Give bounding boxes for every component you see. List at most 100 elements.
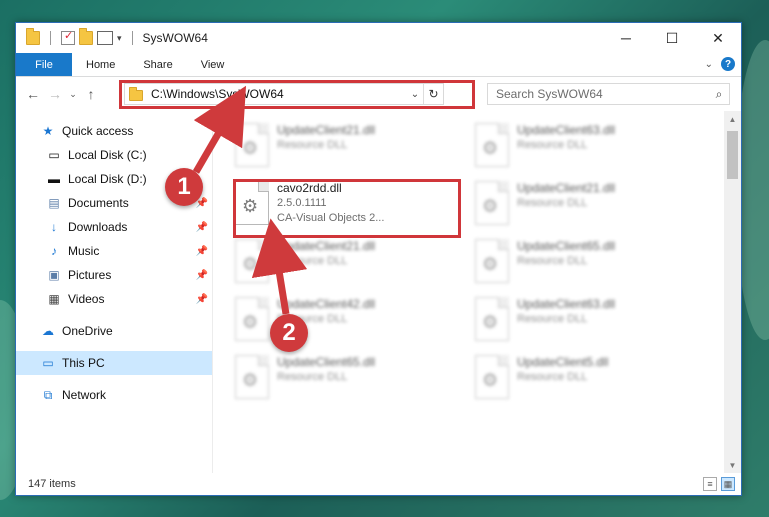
refresh-icon[interactable]: ↻: [423, 84, 443, 104]
vertical-scrollbar[interactable]: ▲ ▼: [724, 111, 741, 473]
address-dropdown-icon[interactable]: ⌄: [407, 89, 423, 100]
explorer-window: ▾ SysWOW64 ─ ☐ ✕ File Home Share View ⌄ …: [15, 22, 742, 496]
recent-locations-icon[interactable]: ⌄: [66, 83, 80, 105]
dll-file-icon: ⚙: [475, 123, 509, 167]
dll-file-icon: ⚙: [235, 239, 269, 283]
title-bar: ▾ SysWOW64 ─ ☐ ✕: [16, 23, 741, 53]
file-name: UpdateClient42.dll: [277, 297, 376, 311]
forward-arrow-icon[interactable]: →: [44, 83, 66, 105]
documents-icon: ▤: [48, 196, 60, 210]
quick-access-toolbar: ▾ SysWOW64: [16, 28, 208, 45]
view-switcher: ≡ ▦: [703, 477, 735, 491]
sidebar-item-label: Downloads: [68, 220, 128, 234]
search-icon[interactable]: ⌕: [709, 87, 729, 102]
search-placeholder[interactable]: Search SysWOW64: [496, 87, 709, 101]
tab-home[interactable]: Home: [72, 53, 129, 76]
window-title: SysWOW64: [142, 31, 208, 45]
sidebar-item-downloads[interactable]: ↓ Downloads 📌: [16, 215, 212, 239]
list-item[interactable]: ⚙ UpdateClient5.dll Resource DLL: [475, 351, 695, 405]
divider: [50, 31, 51, 45]
list-item[interactable]: ⚙ UpdateClient21.dll Resource DLL: [235, 235, 455, 289]
list-item[interactable]: ⚙ UpdateClient65.dll Resource DLL: [475, 235, 695, 289]
file-type: Resource DLL: [517, 139, 588, 151]
sidebar-item-local-disk-c[interactable]: ▭ Local Disk (C:): [16, 143, 212, 167]
file-type: Resource DLL: [277, 255, 348, 267]
sidebar-item-label: Local Disk (C:): [68, 148, 147, 162]
pin-icon[interactable]: 📌: [196, 246, 208, 257]
tiles-view-icon[interactable]: ▦: [721, 477, 735, 491]
pin-icon[interactable]: 📌: [196, 222, 208, 233]
dll-file-icon: ⚙: [475, 355, 509, 399]
sidebar-item-label: Music: [68, 244, 100, 258]
maximize-button[interactable]: ☐: [649, 23, 695, 53]
list-item[interactable]: ⚙ UpdateClient21.dll Resource DLL: [235, 119, 455, 173]
sidebar-item-this-pc[interactable]: ▭ This PC: [16, 351, 212, 375]
list-item[interactable]: ⚙ UpdateClient42.dll Resource DLL: [235, 293, 455, 347]
folder-icon: [26, 28, 40, 45]
sidebar-item-label: Quick access: [62, 124, 134, 138]
pin-icon[interactable]: 📌: [196, 294, 208, 305]
drive-icon: ▭: [48, 148, 60, 162]
sidebar-item-videos[interactable]: ▦ Videos 📌: [16, 287, 212, 311]
dll-file-icon: ⚙: [235, 355, 269, 399]
list-item[interactable]: ⚙ UpdateClient63.dll Resource DLL: [475, 119, 695, 173]
network-icon: ⧉: [43, 387, 53, 402]
scrollbar-thumb[interactable]: [727, 131, 738, 179]
divider: [131, 31, 133, 45]
sidebar-item-label: OneDrive: [62, 324, 113, 338]
address-path[interactable]: C:\Windows\SysWOW64: [151, 87, 407, 101]
tab-share[interactable]: Share: [129, 53, 186, 76]
sidebar-item-pictures[interactable]: ▣ Pictures 📌: [16, 263, 212, 287]
sidebar-item-network[interactable]: ⧉ Network: [16, 383, 212, 407]
music-icon: ♪: [51, 244, 57, 258]
up-arrow-icon[interactable]: ↑: [80, 83, 102, 105]
sidebar-item-label: Local Disk (D:): [68, 172, 147, 186]
dll-file-icon: ⚙: [475, 297, 509, 341]
scroll-up-icon[interactable]: ▲: [724, 111, 741, 127]
list-item[interactable]: ⚙ UpdateClient65.dll Resource DLL: [235, 351, 455, 405]
drive-icon: ▬: [48, 172, 60, 186]
item-count: 147 items: [28, 478, 76, 490]
close-button[interactable]: ✕: [695, 23, 741, 53]
main-content: ★ Quick access ▭ Local Disk (C:) ▬ Local…: [16, 111, 741, 473]
ribbon-tabs: File Home Share View ⌄ ?: [16, 53, 741, 77]
download-icon: ↓: [51, 220, 57, 234]
folder-icon: [129, 87, 143, 101]
toolbar-dropdown-icon[interactable]: ▾: [117, 33, 122, 44]
file-name: UpdateClient63.dll: [517, 297, 616, 311]
list-item-highlighted[interactable]: ⚙ cavo2rdd.dll 2.5.0.1111 CA-Visual Obje…: [235, 177, 455, 231]
search-input[interactable]: Search SysWOW64 ⌕: [487, 83, 730, 105]
step-2-badge: 2: [270, 314, 308, 352]
file-name: UpdateClient65.dll: [277, 355, 376, 369]
properties-check-icon[interactable]: [61, 29, 75, 45]
file-name: UpdateClient65.dll: [517, 239, 616, 253]
status-bar: 147 items ≡ ▦: [16, 473, 741, 495]
pictures-icon: ▣: [48, 268, 60, 282]
expand-ribbon-icon[interactable]: ⌄: [705, 59, 713, 70]
pin-icon[interactable]: 📌: [196, 270, 208, 281]
customize-toolbar-icon[interactable]: [97, 31, 113, 45]
step-1-badge: 1: [165, 168, 203, 206]
tab-view[interactable]: View: [187, 53, 239, 76]
back-arrow-icon[interactable]: ←: [22, 83, 44, 105]
scroll-down-icon[interactable]: ▼: [724, 457, 741, 473]
tab-file[interactable]: File: [16, 53, 72, 76]
dll-file-icon: ⚙: [235, 297, 269, 341]
ribbon-right-controls: ⌄ ?: [705, 57, 735, 71]
sidebar-item-onedrive[interactable]: ☁ OneDrive: [16, 319, 212, 343]
details-view-icon[interactable]: ≡: [703, 477, 717, 491]
file-name: UpdateClient5.dll: [517, 355, 609, 369]
file-name: UpdateClient63.dll: [517, 123, 616, 137]
sidebar-item-label: Network: [62, 388, 107, 402]
file-name: UpdateClient21.dll: [277, 239, 376, 253]
list-item[interactable]: ⚙ UpdateClient63.dll Resource DLL: [475, 293, 695, 347]
address-bar[interactable]: C:\Windows\SysWOW64 ⌄ ↻: [124, 83, 444, 105]
new-folder-icon[interactable]: [79, 28, 93, 45]
sidebar-item-music[interactable]: ♪ Music 📌: [16, 239, 212, 263]
sidebar-item-quick-access[interactable]: ★ Quick access: [16, 119, 212, 143]
help-icon[interactable]: ?: [721, 57, 735, 71]
dll-file-icon: ⚙: [475, 181, 509, 225]
list-item[interactable]: ⚙ UpdateClient21.dll Resource DLL: [475, 177, 695, 231]
minimize-button[interactable]: ─: [603, 23, 649, 53]
